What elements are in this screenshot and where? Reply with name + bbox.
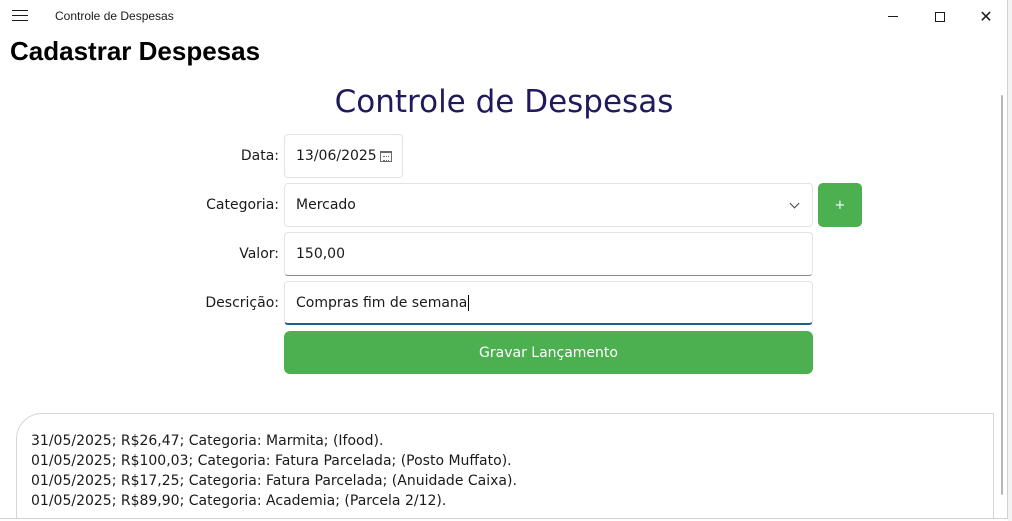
description-input[interactable]: Compras fim de semana [284, 281, 813, 325]
minimize-button[interactable] [870, 0, 916, 33]
value-input[interactable]: 150,00 [284, 232, 813, 276]
minimize-icon [888, 16, 898, 17]
page-title: Cadastrar Despesas [10, 36, 261, 66]
description-text: Compras fim de semana [296, 294, 468, 311]
maximize-icon [935, 11, 945, 22]
category-value: Mercado [296, 197, 356, 213]
date-picker[interactable]: 13/06/2025 [284, 134, 403, 178]
maximize-button[interactable] [917, 0, 963, 33]
value-text: 150,00 [296, 246, 345, 262]
calendar-icon[interactable] [380, 151, 392, 162]
close-icon: ✕ [979, 7, 993, 26]
window-title: Controle de Despesas [55, 9, 174, 23]
hamburger-menu-icon[interactable] [12, 10, 28, 22]
date-value: 13/06/2025 [296, 148, 377, 164]
list-item[interactable]: 01/05/2025; R$17,25; Categoria: Fatura P… [31, 471, 993, 491]
description-label: Descrição: [205, 295, 279, 311]
app-window: Controle de Despesas ✕ Cadastrar Despesa… [0, 0, 1008, 519]
value-label: Valor: [239, 246, 279, 262]
save-entry-button[interactable]: Gravar Lançamento [284, 331, 813, 374]
text-caret [468, 294, 470, 311]
date-label: Data: [240, 148, 279, 164]
add-category-button[interactable]: + [818, 183, 862, 227]
background-window-edge [1008, 0, 1012, 521]
vertical-scrollbar[interactable] [1001, 95, 1003, 495]
title-bar: Controle de Despesas ✕ [0, 0, 1007, 33]
list-item[interactable]: 01/05/2025; R$100,03; Categoria: Fatura … [31, 451, 993, 471]
entries-list[interactable]: 31/05/2025; R$26,47; Categoria: Marmita;… [16, 413, 994, 518]
chevron-down-icon [789, 198, 800, 209]
list-item[interactable]: 31/05/2025; R$26,47; Categoria: Marmita;… [31, 431, 993, 451]
category-select[interactable]: Mercado [284, 183, 813, 227]
close-button[interactable]: ✕ [963, 0, 1007, 33]
form-heading: Controle de Despesas [334, 84, 674, 120]
category-label: Categoria: [206, 197, 279, 213]
list-item[interactable]: 01/05/2025; R$89,90; Categoria: Academia… [31, 491, 993, 511]
